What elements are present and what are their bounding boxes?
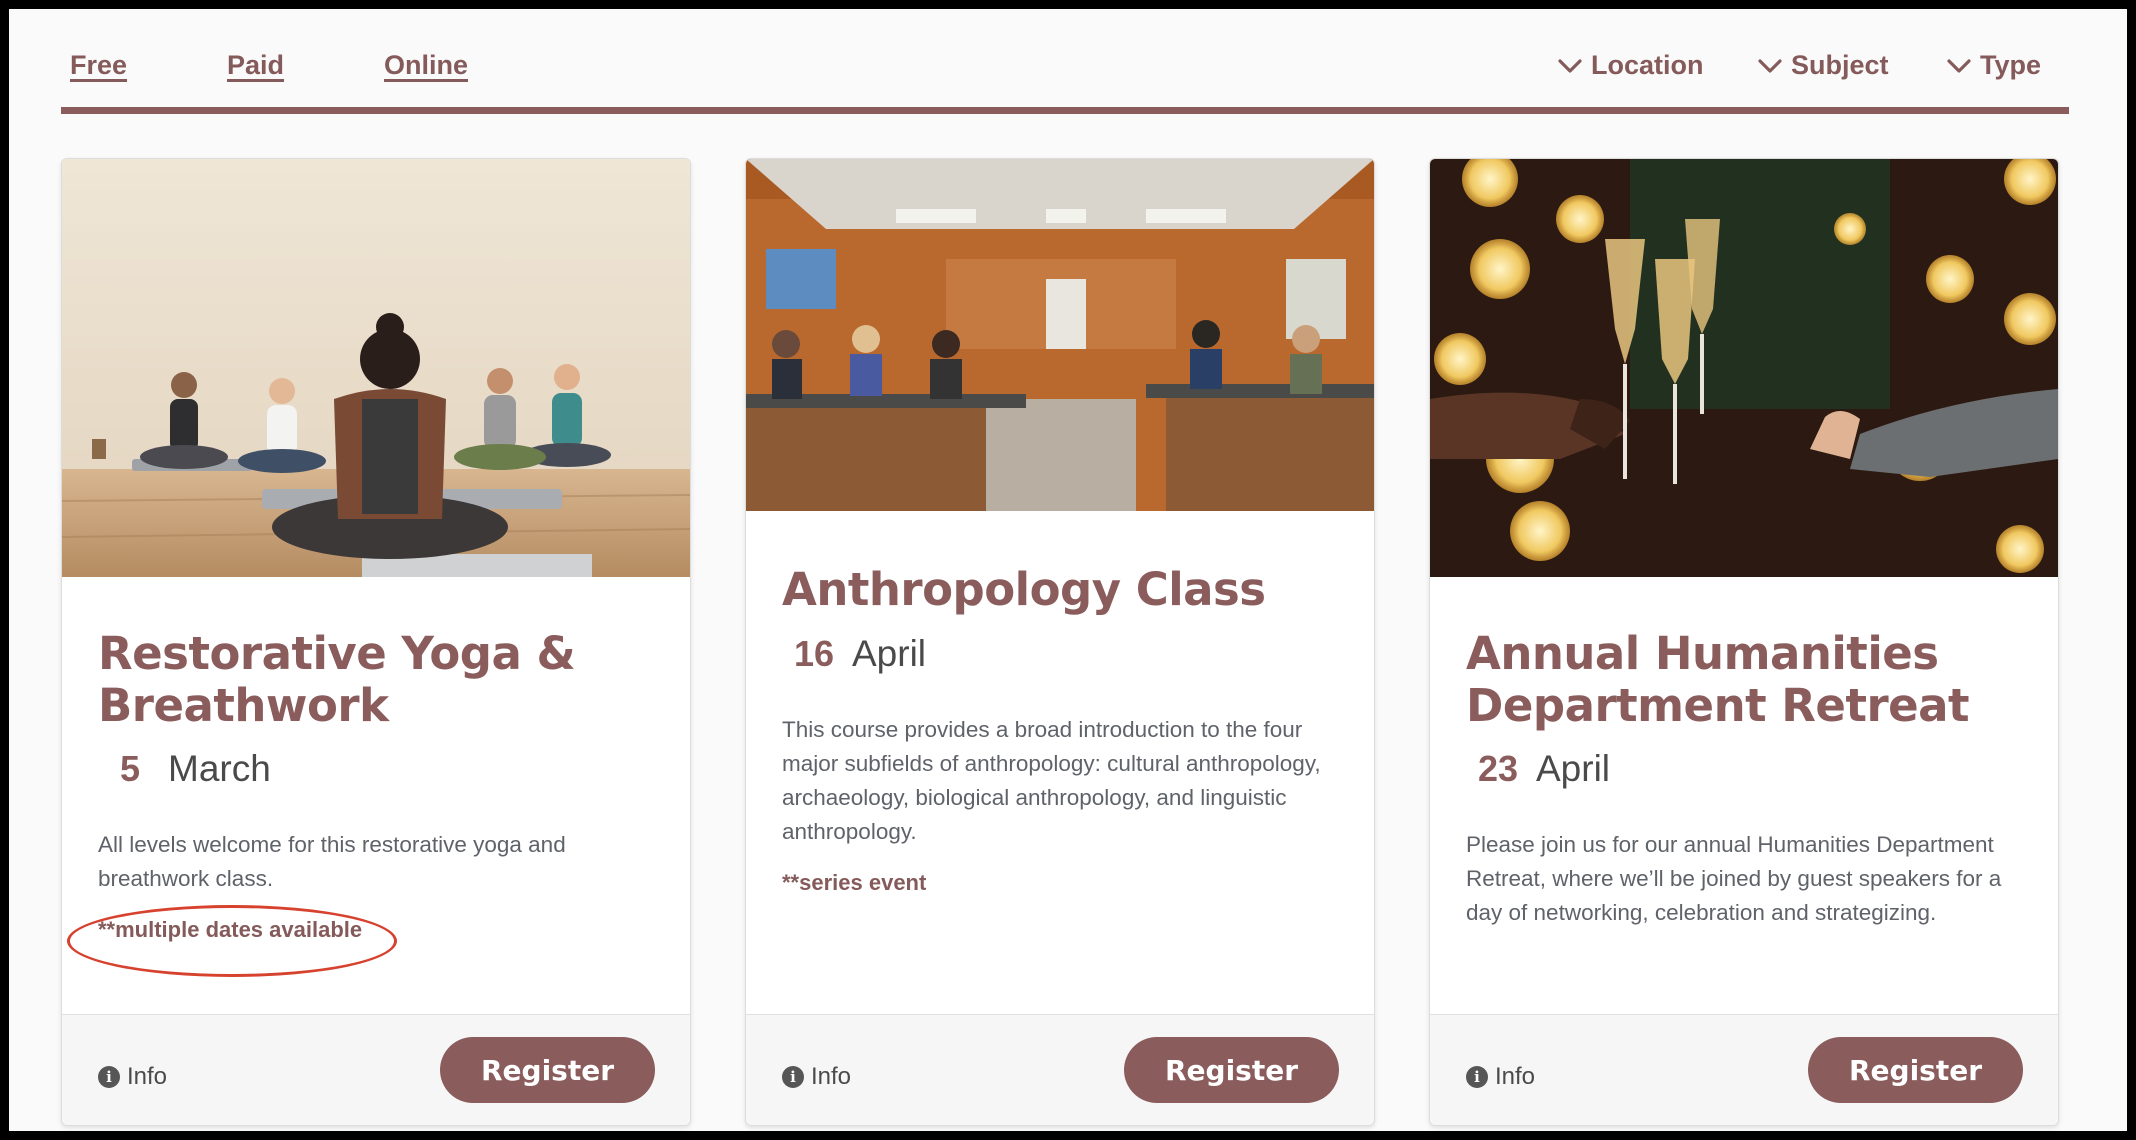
event-month: April bbox=[852, 633, 927, 674]
event-date: 16 April bbox=[782, 633, 926, 675]
chevron-down-icon bbox=[1558, 58, 1582, 73]
location-dropdown-label: Location bbox=[1591, 50, 1704, 80]
annotation-circle bbox=[67, 905, 397, 977]
info-icon: i bbox=[98, 1066, 120, 1088]
filter-link-paid[interactable]: Paid bbox=[227, 50, 284, 81]
info-icon: i bbox=[782, 1066, 804, 1088]
event-month: March bbox=[168, 748, 271, 789]
card-title: Annual Humanities Department Retreat bbox=[1466, 627, 1970, 732]
filter-link-free[interactable]: Free bbox=[70, 50, 127, 81]
card-footer: i Info Register bbox=[1430, 1014, 2058, 1125]
event-day: 23 bbox=[1477, 748, 1519, 789]
info-icon: i bbox=[1466, 1066, 1488, 1088]
event-note: **series event bbox=[782, 870, 927, 895]
info-link[interactable]: i Info bbox=[98, 1063, 167, 1091]
event-description: This course provides a broad introductio… bbox=[782, 717, 1321, 844]
register-button[interactable]: Register bbox=[440, 1037, 655, 1103]
type-dropdown-label: Type bbox=[1980, 50, 2042, 80]
filter-bar: Free Paid Online Location Subject Type bbox=[61, 37, 2069, 114]
register-button[interactable]: Register bbox=[1124, 1037, 1339, 1103]
event-day: 5 bbox=[119, 748, 141, 789]
card-title: Restorative Yoga & Breathwork bbox=[98, 627, 576, 732]
chevron-down-icon bbox=[1947, 58, 1971, 73]
celebration-photo bbox=[1430, 159, 2058, 577]
event-card-yoga: Restorative Yoga & Breathwork 5 March Al… bbox=[61, 158, 691, 1126]
event-card-anthropology: Anthropology Class 16 April This course … bbox=[745, 158, 1375, 1126]
info-link[interactable]: i Info bbox=[782, 1063, 851, 1091]
location-dropdown[interactable]: Location bbox=[1557, 50, 1704, 81]
info-link[interactable]: i Info bbox=[1466, 1063, 1535, 1091]
page-frame: Free Paid Online Location Subject Type R… bbox=[9, 9, 2127, 1131]
info-label: Info bbox=[811, 1063, 852, 1090]
event-date: 5 March bbox=[98, 748, 271, 790]
type-dropdown[interactable]: Type bbox=[1946, 50, 2041, 81]
event-card-retreat: Annual Humanities Department Retreat 23 … bbox=[1429, 158, 2059, 1126]
yoga-photo bbox=[62, 159, 690, 577]
event-day: 16 bbox=[793, 633, 835, 674]
info-label: Info bbox=[1495, 1063, 1536, 1090]
classroom-photo bbox=[746, 159, 1374, 511]
chevron-down-icon bbox=[1758, 58, 1782, 73]
card-footer: i Info Register bbox=[62, 1014, 690, 1125]
subject-dropdown-label: Subject bbox=[1791, 50, 1889, 80]
filter-link-online[interactable]: Online bbox=[384, 50, 468, 81]
card-footer: i Info Register bbox=[746, 1014, 1374, 1125]
event-date: 23 April bbox=[1466, 748, 1610, 790]
event-month: April bbox=[1536, 748, 1611, 789]
card-title: Anthropology Class bbox=[782, 563, 1266, 616]
event-description: All levels welcome for this restorative … bbox=[98, 832, 566, 891]
info-label: Info bbox=[127, 1063, 168, 1090]
event-description: Please join us for our annual Humanities… bbox=[1466, 832, 2002, 925]
subject-dropdown[interactable]: Subject bbox=[1757, 50, 1889, 81]
register-button[interactable]: Register bbox=[1808, 1037, 2023, 1103]
